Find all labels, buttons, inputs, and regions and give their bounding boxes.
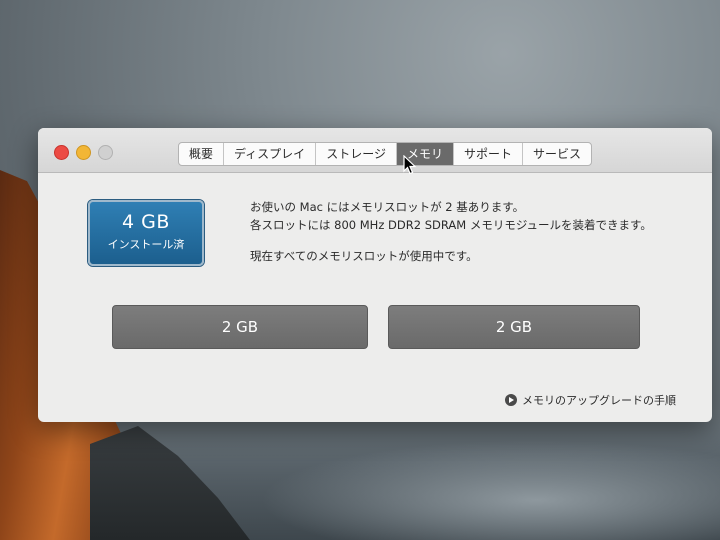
- installed-memory-amount: 4 GB: [122, 211, 170, 233]
- memory-slot-1: 2 GB: [112, 305, 368, 349]
- memory-slot-2: 2 GB: [388, 305, 640, 349]
- memory-info: お使いの Mac にはメモリスロットが 2 基あります。 各スロットには 800…: [250, 198, 700, 265]
- desktop: 概要 ディスプレイ ストレージ メモリ サポート サービス 4 GB インストー…: [0, 0, 720, 540]
- info-slot-status: 現在すべてのメモリスロットが使用中です。: [250, 249, 478, 263]
- zoom-button[interactable]: [98, 145, 113, 160]
- tab-displays[interactable]: ディスプレイ: [224, 143, 317, 165]
- tab-service[interactable]: サービス: [523, 143, 591, 165]
- info-slot-count: お使いの Mac にはメモリスロットが 2 基あります。: [250, 200, 525, 214]
- arrow-right-circle-icon: [505, 394, 517, 406]
- tab-bar: 概要 ディスプレイ ストレージ メモリ サポート サービス: [178, 142, 592, 166]
- tab-storage[interactable]: ストレージ: [316, 143, 397, 165]
- minimize-button[interactable]: [76, 145, 91, 160]
- about-this-mac-window: 概要 ディスプレイ ストレージ メモリ サポート サービス 4 GB インストー…: [38, 128, 712, 422]
- close-button[interactable]: [54, 145, 69, 160]
- installed-memory-label: インストール済: [107, 238, 185, 251]
- tab-support[interactable]: サポート: [454, 143, 523, 165]
- memory-upgrade-label: メモリのアップグレードの手順: [522, 394, 676, 407]
- title-bar[interactable]: 概要 ディスプレイ ストレージ メモリ サポート サービス: [38, 128, 712, 173]
- tab-overview[interactable]: 概要: [179, 143, 225, 165]
- info-slot-spec: 各スロットには 800 MHz DDR2 SDRAM メモリモジュールを装着でき…: [250, 218, 652, 232]
- memory-upgrade-link[interactable]: メモリのアップグレードの手順: [505, 392, 676, 408]
- installed-memory-badge: 4 GB インストール済: [88, 200, 204, 266]
- wallpaper-mist: [260, 440, 720, 540]
- memory-panel: 4 GB インストール済 お使いの Mac にはメモリスロットが 2 基あります…: [38, 173, 712, 422]
- mouse-pointer-icon: [403, 155, 417, 175]
